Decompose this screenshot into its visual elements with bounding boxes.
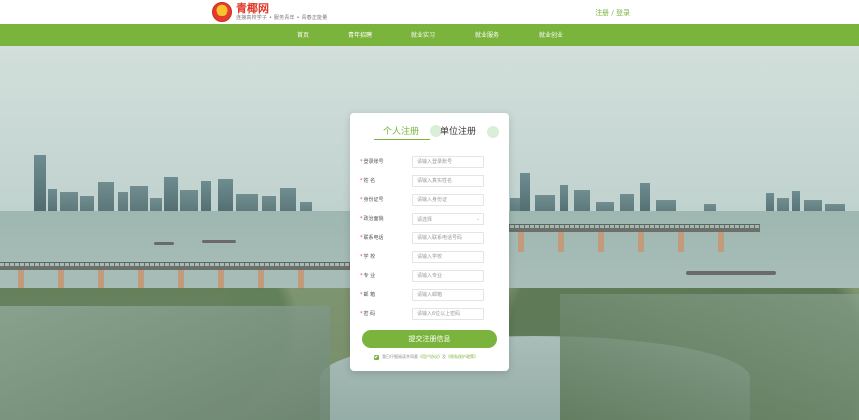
email-input[interactable]	[412, 289, 484, 301]
bridge-pier	[718, 232, 724, 252]
school-label: *学 校	[360, 253, 408, 260]
auth-links: 注册 / 登录	[595, 8, 630, 18]
register-link[interactable]: 注册	[595, 9, 609, 17]
checkbox-checked-icon[interactable]	[374, 355, 379, 360]
auth-separator: /	[609, 9, 616, 17]
bridge-pier	[518, 232, 524, 252]
bridge-pier	[298, 270, 304, 290]
form-row-name: *姓 名	[350, 175, 509, 189]
name-input[interactable]	[412, 175, 484, 187]
password-input[interactable]	[412, 308, 484, 320]
required-mark: *	[360, 254, 363, 260]
submit-registration-button[interactable]: 提交注册信息	[362, 330, 497, 348]
required-mark: *	[360, 273, 363, 279]
nav-item-career-services[interactable]: 就业服务	[475, 30, 499, 39]
form-row-political-status: *政治面貌 请选择 ⌄	[350, 213, 509, 227]
form-row-phone: *联系电话	[350, 232, 509, 246]
password-label: *密 码	[360, 310, 408, 317]
chevron-down-icon: ⌄	[475, 216, 480, 222]
required-mark: *	[360, 178, 363, 184]
required-mark: *	[360, 235, 363, 241]
form-row-email: *邮 箱	[350, 289, 509, 303]
youth-league-emblem-icon	[212, 2, 232, 22]
bridge-pier	[18, 270, 24, 290]
email-label-text: 邮 箱	[363, 292, 376, 298]
political-status-label-text: 政治面貌	[363, 216, 384, 222]
nav-item-entrepreneurship[interactable]: 就业创业	[539, 30, 563, 39]
account-input[interactable]	[412, 156, 484, 168]
required-mark: *	[360, 311, 363, 317]
account-label: *登录账号	[360, 158, 408, 165]
registration-card: 个人注册 单位注册 *登录账号 *姓 名 *身份证号 *政治面貌 请选择 ⌄ *…	[350, 113, 509, 371]
logo-text-group: 青椰网 连接高校学子 • 服务青年 • 青春正能量	[236, 3, 327, 21]
school-input[interactable]	[412, 251, 484, 263]
nav-item-internships[interactable]: 就业实习	[411, 30, 435, 39]
required-mark: *	[360, 159, 363, 165]
bridge-pier	[258, 270, 264, 290]
required-mark: *	[360, 216, 363, 222]
form-row-account: *登录账号	[350, 156, 509, 170]
bridge-pier	[638, 232, 644, 252]
agreement-prefix: 我已仔细阅读并同意	[382, 354, 418, 359]
form-row-school: *学 校	[350, 251, 509, 265]
boat	[686, 271, 776, 275]
phone-label-text: 联系电话	[363, 235, 384, 241]
city-right-foreground	[560, 294, 859, 420]
nav-item-youth-jobs[interactable]: 青年招聘	[348, 30, 372, 39]
site-slogan: 连接高校学子 • 服务青年 • 青春正能量	[236, 15, 328, 21]
tab-unit-registration[interactable]: 单位注册	[440, 124, 476, 137]
agreement-text: 我已仔细阅读并同意《用户协议》及《隐私保护政策》	[382, 354, 478, 360]
email-label: *邮 箱	[360, 291, 408, 298]
bridge-pier	[598, 232, 604, 252]
major-label-text: 专 业	[363, 273, 376, 279]
registration-tabs: 个人注册 单位注册	[350, 113, 509, 141]
form-row-password: *密 码	[350, 308, 509, 322]
bridge-pier	[178, 270, 184, 290]
boat	[202, 240, 236, 243]
site-logo[interactable]: 青椰网 连接高校学子 • 服务青年 • 青春正能量	[212, 2, 327, 22]
agreement-row: 我已仔细阅读并同意《用户协议》及《隐私保护政策》	[374, 354, 499, 364]
required-mark: *	[360, 292, 363, 298]
account-label-text: 登录账号	[363, 159, 384, 165]
major-input[interactable]	[412, 270, 484, 282]
major-label: *专 业	[360, 272, 408, 279]
active-tab-underline	[374, 139, 430, 140]
form-row-id-number: *身份证号	[350, 194, 509, 208]
name-label-text: 姓 名	[363, 178, 376, 184]
id-number-label-text: 身份证号	[363, 197, 384, 203]
nav-item-home[interactable]: 首页	[297, 30, 309, 39]
phone-input[interactable]	[412, 232, 484, 244]
school-label-text: 学 校	[363, 254, 376, 260]
political-status-label: *政治面貌	[360, 215, 408, 222]
form-row-major: *专 业	[350, 270, 509, 284]
political-status-select[interactable]: 请选择 ⌄	[412, 213, 484, 225]
bridge-pier	[98, 270, 104, 290]
privacy-policy-link[interactable]: 《隐私保护政策》	[446, 354, 478, 359]
site-title: 青椰网	[236, 2, 269, 15]
bridge-pier	[678, 232, 684, 252]
bridge-pier	[558, 232, 564, 252]
top-header: 青椰网 连接高校学子 • 服务青年 • 青春正能量 注册 / 登录	[0, 0, 859, 25]
tab-decoration-bubble	[487, 126, 499, 138]
city-left-foreground	[0, 306, 330, 420]
name-label: *姓 名	[360, 177, 408, 184]
login-link[interactable]: 登录	[616, 9, 630, 17]
phone-label: *联系电话	[360, 234, 408, 241]
id-number-input[interactable]	[412, 194, 484, 206]
tab-personal-registration[interactable]: 个人注册	[383, 124, 419, 137]
bridge-pier	[218, 270, 224, 290]
main-navigation: 首页 青年招聘 就业实习 就业服务 就业创业	[0, 24, 859, 46]
password-label-text: 密 码	[363, 311, 376, 317]
bridge-pier	[138, 270, 144, 290]
user-agreement-link[interactable]: 《用户协议》	[418, 354, 442, 359]
bridge-pier	[58, 270, 64, 290]
id-number-label: *身份证号	[360, 196, 408, 203]
boat	[154, 242, 174, 245]
political-status-placeholder: 请选择	[417, 217, 433, 223]
required-mark: *	[360, 197, 363, 203]
bridge-right	[500, 224, 760, 256]
